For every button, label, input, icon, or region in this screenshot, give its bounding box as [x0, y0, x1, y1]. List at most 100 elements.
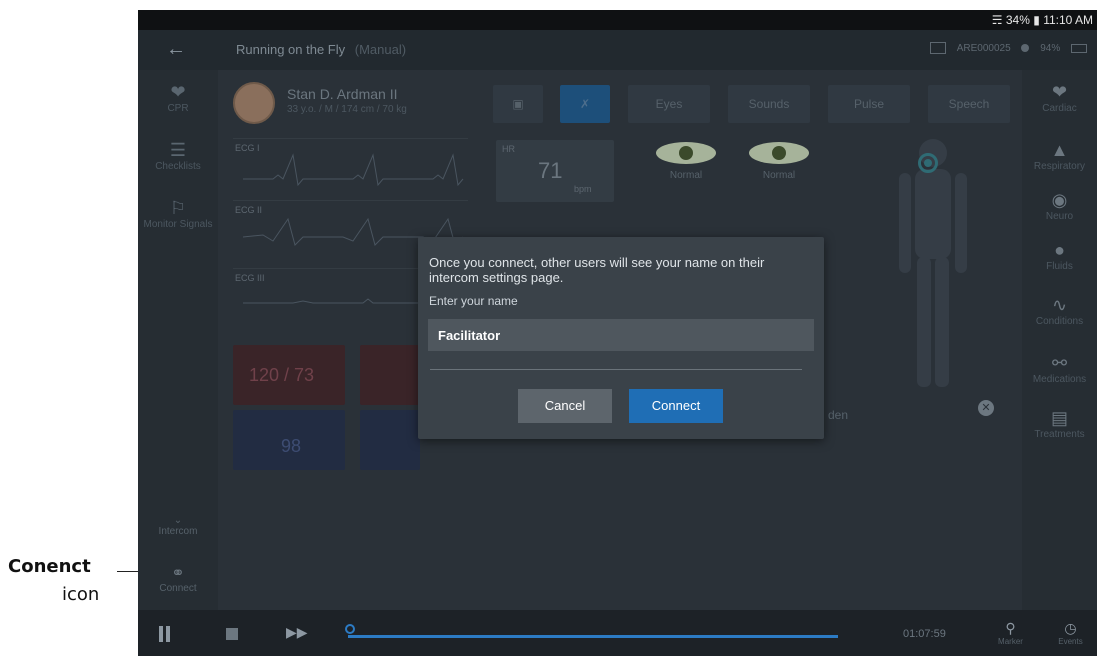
pulse-icon: ∿	[1051, 295, 1068, 315]
nav-cpr[interactable]: ❤ CPR	[138, 82, 218, 114]
nav-neuro-label: Neuro	[1045, 211, 1074, 222]
slash-view-icon: ✗	[579, 97, 591, 111]
status-dot-icon	[1021, 44, 1030, 52]
eye-left[interactable]: Normal	[650, 142, 722, 181]
nav-treatments[interactable]: ▤ Treatments	[1022, 408, 1097, 440]
connect-nav-label: Connect	[159, 583, 197, 594]
scenario-name: Running on the Fly	[236, 42, 346, 57]
nav-respiratory[interactable]: ▲ Respiratory	[1022, 140, 1097, 172]
device-screen: ☴ 34% ▮ 11:10 AM ← Running on the Fly (M…	[138, 10, 1097, 656]
patient-header: Stan D. Ardman II 33 y.o. / M / 174 cm /…	[233, 82, 463, 130]
connect-icon-callout: Conenct icon	[0, 556, 150, 636]
marker-label: Marker	[998, 637, 1023, 646]
wifi-icon: ☴	[991, 13, 1003, 27]
tab-speech[interactable]: Speech	[928, 85, 1010, 123]
timeline-handle[interactable]	[345, 624, 355, 634]
brain-icon: ◉	[1051, 190, 1068, 210]
divider	[430, 369, 802, 370]
nav-respiratory-label: Respiratory	[1033, 161, 1086, 172]
tab-sounds[interactable]: Sounds	[728, 85, 810, 123]
lungs-icon: ▲	[1050, 140, 1069, 160]
eye-icon	[749, 142, 809, 164]
timeline-track[interactable]	[348, 635, 838, 638]
stop-icon[interactable]	[226, 628, 238, 640]
battery-percent: 34%	[1005, 13, 1030, 27]
pause-icon[interactable]	[158, 626, 172, 642]
spo2-vital: 98	[233, 410, 345, 470]
scenario-title: Running on the Fly (Manual)	[236, 42, 406, 57]
ecg-lead-1-trace	[243, 153, 464, 187]
marker-button[interactable]: ⚲ Marker	[988, 620, 1033, 646]
ecg-lead-1: ECG I	[233, 138, 468, 196]
connect-button[interactable]: Connect	[629, 389, 723, 423]
hr-value: 71	[538, 158, 563, 183]
nav-treatments-label: Treatments	[1034, 429, 1085, 440]
device-battery-icon	[1071, 43, 1087, 53]
second-vital	[360, 345, 420, 405]
nav-cpr-label: CPR	[167, 103, 189, 114]
cancel-button[interactable]: Cancel	[518, 389, 612, 423]
back-arrow-icon[interactable]: ←	[166, 38, 186, 61]
eye-right[interactable]: Normal	[743, 142, 815, 181]
name-input[interactable]	[428, 319, 814, 351]
top-bar: ← Running on the Fly (Manual) ARE000025 …	[138, 30, 1097, 70]
events-label: Events	[1058, 637, 1083, 646]
fast-forward-icon[interactable]: ▶▶	[286, 624, 308, 641]
nav-monitor-signals[interactable]: ⚐ Monitor Signals	[138, 198, 218, 230]
nav-checklists[interactable]: ☰ Checklists	[138, 140, 218, 172]
monitor-signals-icon: ⚐	[169, 198, 187, 218]
heart-icon: ❤	[1051, 82, 1068, 102]
dialog-message: Once you connect, other users will see y…	[429, 255, 765, 285]
nav-fluids-label: Fluids	[1046, 261, 1073, 272]
close-icon[interactable]: ✕	[978, 400, 994, 416]
nav-cardiac-label: Cardiac	[1042, 103, 1077, 114]
avatar	[233, 82, 275, 124]
connect-nav[interactable]: ⚭ Connect	[138, 563, 218, 594]
nav-medications-label: Medications	[1032, 374, 1087, 385]
nav-neuro[interactable]: ◉ Neuro	[1022, 190, 1097, 222]
layout-button[interactable]: ▣	[493, 85, 543, 123]
screen-cast-icon[interactable]	[929, 42, 946, 54]
events-button[interactable]: ◷ Events	[1048, 620, 1093, 646]
playback-bar: ▶▶ 01:07:59 ⚲ Marker ◷ Events	[138, 610, 1097, 656]
device-battery: 94%	[1040, 42, 1061, 54]
hr-label: HR	[502, 144, 515, 154]
callout-title: Conenct	[8, 556, 91, 577]
battery-icon: ▮	[1033, 13, 1040, 27]
nav-monitor-signals-label: Monitor Signals	[143, 219, 213, 230]
first-aid-icon: ▤	[1050, 408, 1068, 428]
intercom-toggle[interactable]: ⌄ Intercom	[138, 515, 218, 537]
right-sidebar: ❤ Cardiac ▲ Respiratory ◉ Neuro ● Fluids…	[1022, 70, 1097, 610]
nav-conditions-label: Conditions	[1035, 316, 1084, 327]
nav-medications[interactable]: ⚯ Medications	[1022, 353, 1097, 385]
connect-link-icon: ⚭	[171, 565, 185, 582]
figure-canvas: Conenct icon ☴ 34% ▮ 11:10 AM ← Running …	[0, 0, 1097, 656]
pill-icon: ⚯	[1051, 353, 1068, 373]
nav-fluids[interactable]: ● Fluids	[1022, 240, 1097, 272]
chevron-down-icon: ⌄	[173, 515, 183, 526]
device-id: ARE000025	[956, 42, 1011, 54]
nav-conditions[interactable]: ∿ Conditions	[1022, 295, 1097, 327]
status-bar: ☴ 34% ▮ 11:10 AM	[138, 10, 1097, 30]
patient-info: 33 y.o. / M / 174 cm / 70 kg	[287, 104, 407, 115]
heart-pulse-icon: ❤	[170, 82, 186, 102]
hr-unit: bpm	[574, 184, 592, 194]
nav-cardiac[interactable]: ❤ Cardiac	[1022, 82, 1097, 114]
drop-icon: ●	[1054, 240, 1065, 260]
bp-vital: 120 / 73	[233, 345, 345, 405]
location-pin-icon: ⚲	[1005, 620, 1016, 636]
tab-pulse[interactable]: Pulse	[828, 85, 910, 123]
view-toggle-button[interactable]: ✗	[560, 85, 610, 123]
clock: 11:10 AM	[1043, 13, 1093, 27]
body-silhouette-icon	[899, 139, 967, 387]
target-icon[interactable]	[918, 153, 938, 173]
background-label: den	[828, 408, 849, 422]
eye-left-status: Normal	[669, 170, 703, 181]
eye-icon	[656, 142, 716, 164]
device-info: ARE000025 94%	[922, 42, 1087, 54]
connect-dialog: Once you connect, other users will see y…	[418, 237, 824, 439]
callout-subtitle: icon	[62, 584, 100, 605]
tab-eyes[interactable]: Eyes	[628, 85, 710, 123]
intercom-label: Intercom	[158, 526, 198, 537]
scenario-mode: (Manual)	[354, 42, 407, 57]
